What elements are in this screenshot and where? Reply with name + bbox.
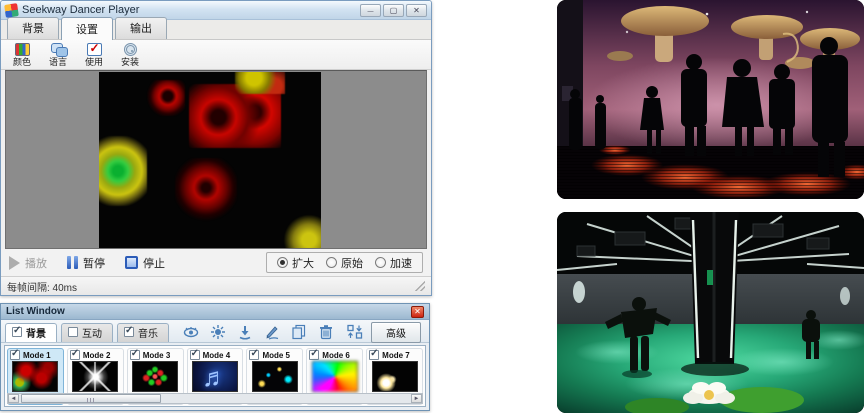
wall-light-right <box>840 287 850 305</box>
mode-checkbox[interactable] <box>130 350 140 360</box>
yellow-red-patch-top <box>235 72 285 94</box>
player-window: Seekway Dancer Player 背景 设置 输出 颜色 语言 <box>0 0 432 296</box>
copy-icon[interactable] <box>291 324 307 340</box>
app-logo-icon <box>4 3 19 18</box>
desktop-canvas: Seekway Dancer Player 背景 设置 输出 颜色 语言 <box>0 0 864 413</box>
radio-icon <box>375 257 386 268</box>
gear-icon <box>124 43 137 56</box>
radio-icon <box>277 257 288 268</box>
use-button[interactable]: 使用 <box>81 43 107 67</box>
mode-thumbnail[interactable] <box>132 361 178 392</box>
import-arrow-icon[interactable] <box>237 324 253 340</box>
mode-label: Mode 3 <box>143 351 171 360</box>
scrollbar-thumb[interactable] <box>21 394 161 403</box>
tab-output[interactable]: 输出 <box>115 17 167 39</box>
mode-checkbox[interactable] <box>10 350 20 360</box>
scroll-right-icon[interactable] <box>411 394 422 403</box>
tab-music-list[interactable]: 音乐 <box>117 323 169 342</box>
minimize-icon[interactable] <box>360 4 381 17</box>
yellow-blob-corner <box>281 212 321 249</box>
tab-background[interactable]: 背景 <box>7 17 59 39</box>
red-swirl-center <box>175 158 237 224</box>
radio-icon <box>326 257 337 268</box>
player-tabstrip: 背景 设置 输出 <box>1 20 431 40</box>
playback-bar: 播放 暂停 停止 扩大 原始 加 <box>1 249 431 276</box>
mode-label: Mode 7 <box>382 351 410 360</box>
language-button[interactable]: 语言 <box>45 43 71 67</box>
list-titlebar[interactable]: List Window <box>1 304 429 320</box>
close-icon[interactable] <box>411 306 424 318</box>
radio-original[interactable]: 原始 <box>326 255 363 271</box>
green-yellow-swirl <box>99 136 147 206</box>
advanced-button[interactable]: 高级 <box>371 322 421 343</box>
mode-thumbnail[interactable] <box>192 361 238 392</box>
horizontal-scrollbar[interactable] <box>7 393 423 404</box>
photo-red-led-floor-mushroom-projection <box>557 0 864 199</box>
radio-accelerate[interactable]: 加速 <box>375 255 412 271</box>
mode-checkbox[interactable] <box>369 350 379 360</box>
delete-trash-icon[interactable] <box>318 324 334 340</box>
mode-thumbnail[interactable] <box>252 361 298 392</box>
mode-thumbnail[interactable] <box>312 361 358 392</box>
pause-icon <box>67 256 78 269</box>
color-palette-icon <box>15 43 30 56</box>
player-toolbar: 颜色 语言 使用 安装 <box>1 40 431 70</box>
stop-button[interactable]: 停止 <box>125 255 165 271</box>
pause-button[interactable]: 暂停 <box>67 255 105 271</box>
mode-label: Mode 1 <box>23 351 51 360</box>
view-option-group: 扩大 原始 加速 <box>266 252 423 273</box>
play-button[interactable]: 播放 <box>9 255 47 271</box>
checkbox-icon[interactable] <box>12 327 22 337</box>
mode-label: Mode 4 <box>203 351 231 360</box>
mode-checkbox[interactable] <box>309 350 319 360</box>
list-toolbar: 背景 互动 音乐 <box>1 320 429 343</box>
language-bubbles-icon <box>51 43 66 56</box>
brightness-sun-icon[interactable] <box>210 324 226 340</box>
stop-icon <box>125 256 138 269</box>
mode-checkbox[interactable] <box>249 350 259 360</box>
play-icon <box>9 256 20 270</box>
list-window: List Window 背景 互动 音乐 <box>0 303 430 411</box>
red-swirl-small <box>147 80 185 116</box>
tab-interactive-list[interactable]: 互动 <box>61 323 113 342</box>
red-led-floor-glows <box>557 145 864 199</box>
frame-interval-status: 每帧间隔: 40ms <box>7 279 77 294</box>
mode-thumbnail[interactable] <box>72 361 118 392</box>
mode-checkbox[interactable] <box>190 350 200 360</box>
list-window-title: List Window <box>6 306 411 317</box>
preview-eye-icon[interactable] <box>183 324 199 340</box>
mode-label: Mode 2 <box>83 351 111 360</box>
resize-grip-icon[interactable] <box>415 281 425 291</box>
color-button[interactable]: 颜色 <box>9 43 35 67</box>
install-button[interactable]: 安装 <box>117 43 143 67</box>
mode-thumbnail[interactable] <box>12 361 58 392</box>
checkbox-icon[interactable] <box>68 327 78 337</box>
checkbox-icon[interactable] <box>124 327 134 337</box>
mode-thumbnail[interactable] <box>372 361 418 392</box>
tab-settings[interactable]: 设置 <box>61 17 113 40</box>
wall-light-left <box>573 281 585 303</box>
photo-green-led-pond-floor-pillar-room <box>557 212 864 413</box>
mode-list: Mode 1 j102.cel Mode 2 j127.cel Mode 3 j… <box>4 345 426 407</box>
radio-enlarge[interactable]: 扩大 <box>277 255 314 271</box>
maximize-icon[interactable] <box>383 4 404 17</box>
led-preview-screen <box>99 72 321 249</box>
preview-area <box>5 70 427 249</box>
edit-pen-icon[interactable] <box>264 324 280 340</box>
status-bar: 每帧间隔: 40ms <box>1 276 431 295</box>
mode-label: Mode 6 <box>322 351 350 360</box>
mode-checkbox[interactable] <box>70 350 80 360</box>
scroll-left-icon[interactable] <box>8 394 19 403</box>
arrange-sort-icon[interactable] <box>347 324 363 340</box>
window-title: Seekway Dancer Player <box>22 4 360 16</box>
mode-label: Mode 5 <box>262 351 290 360</box>
checked-box-icon <box>87 43 102 56</box>
tab-background-list[interactable]: 背景 <box>5 323 57 342</box>
close-icon[interactable] <box>406 4 427 17</box>
